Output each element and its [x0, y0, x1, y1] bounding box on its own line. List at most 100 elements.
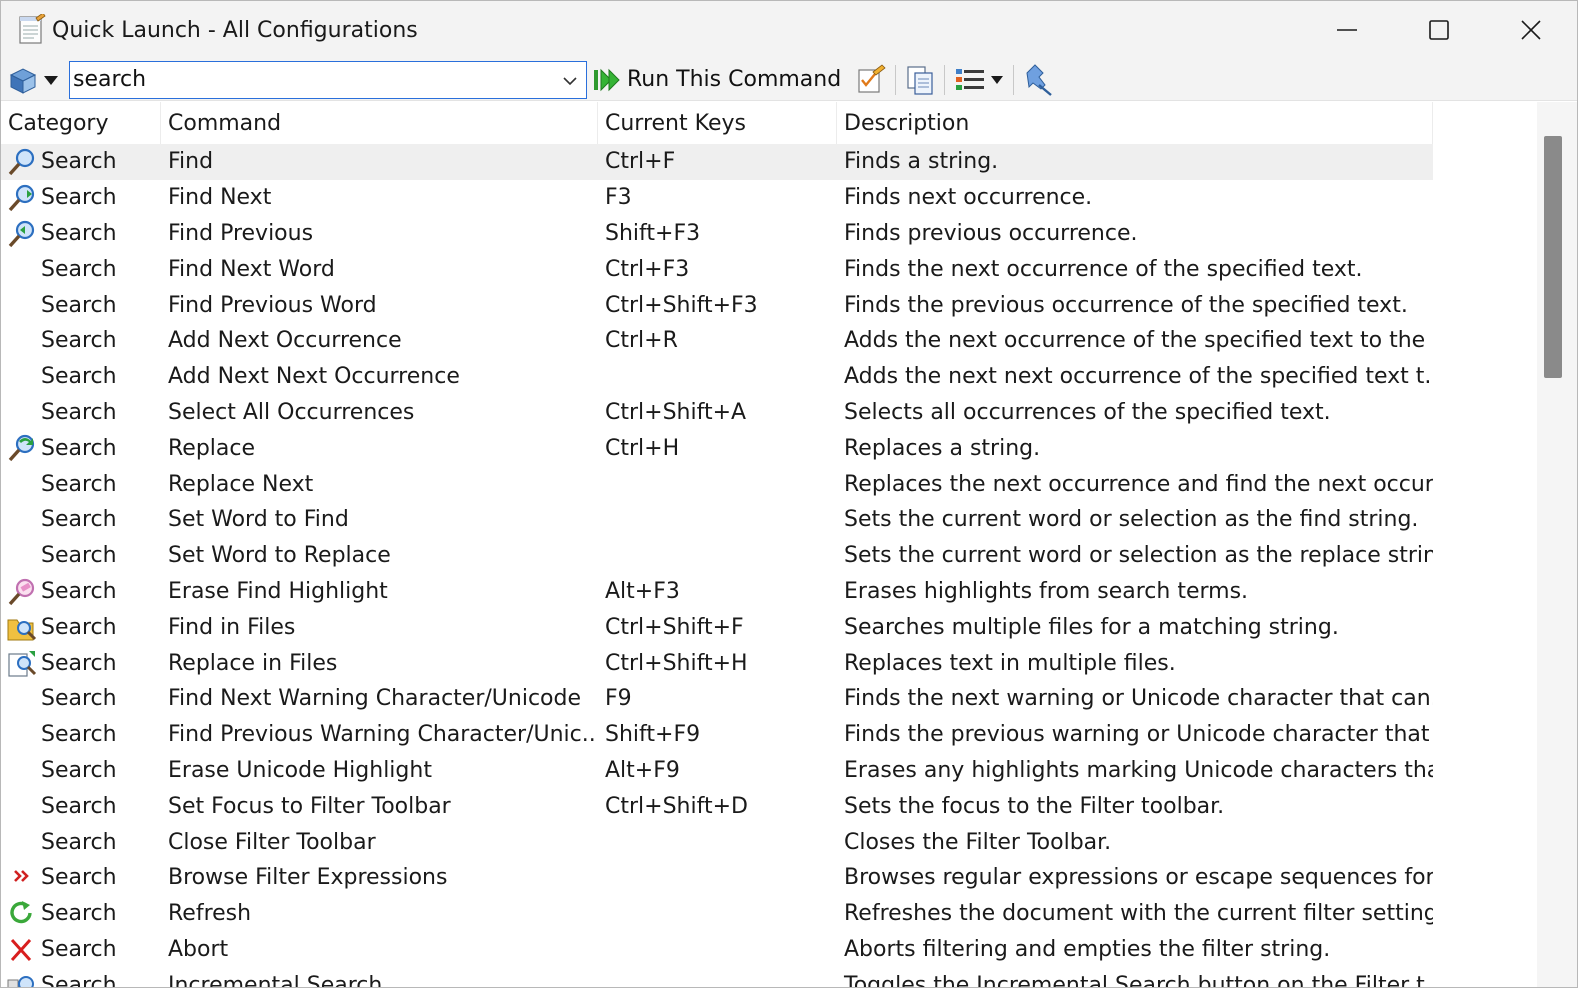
row-description: Finds the next occurrence of the specifi… — [844, 256, 1363, 282]
toolbar-separator — [895, 64, 897, 95]
row-current-keys: Ctrl+Shift+H — [605, 650, 748, 676]
table-row[interactable]: Search Set Focus to Filter Toolbar Ctrl+Sh… — [1, 788, 1433, 824]
row-description: Selects all occurrences of the specified… — [844, 399, 1331, 425]
row-current-keys: Ctrl+Shift+F3 — [605, 292, 758, 318]
configuration-icon — [9, 67, 37, 94]
row-command: Incremental Search — [168, 972, 383, 988]
row-command: Find Next — [168, 185, 272, 211]
table-row[interactable]: Search Find Next Word Ctrl+F3 Finds the nex… — [1, 251, 1433, 287]
table-row[interactable]: Search Find in Files Ctrl+Shift+F Searches … — [1, 609, 1433, 645]
row-description: Toggles the Incremental Search button on… — [844, 972, 1433, 988]
table-row[interactable]: Search Find Next Warning Character/Unicod… — [1, 681, 1433, 717]
row-command: Set Word to Find — [168, 507, 349, 533]
command-search-input[interactable] — [70, 63, 540, 96]
table-row[interactable]: Search Replace Ctrl+H Replaces a string. — [1, 430, 1433, 466]
list-view-icon — [956, 68, 985, 90]
row-description: Replaces text in multiple files. — [844, 650, 1176, 676]
scrollbar-thumb[interactable] — [1544, 136, 1562, 378]
row-current-keys: F9 — [605, 686, 632, 712]
table-row[interactable]: Search Add Next Next Occurrence Adds the n… — [1, 359, 1433, 395]
row-command: Add Next Next Occurrence — [168, 364, 460, 390]
row-command: Replace Next — [168, 471, 314, 497]
run-command-icon — [594, 68, 620, 91]
quick-launch-window: Quick Launch - All Configurations search… — [0, 0, 1578, 988]
table-row[interactable]: Search Replace Next Replaces the next occu… — [1, 466, 1433, 502]
find-in-files-icon — [7, 612, 37, 642]
column-header-current-keys[interactable]: Current Keys — [598, 102, 837, 144]
minimize-icon — [1337, 29, 1357, 31]
row-category: Search — [41, 722, 117, 748]
row-command: Close Filter Toolbar — [168, 829, 376, 855]
row-category: Search — [41, 543, 117, 569]
row-current-keys: Ctrl+R — [605, 328, 678, 354]
find-icon — [7, 147, 37, 177]
row-current-keys: F3 — [605, 185, 632, 211]
row-command: Abort — [168, 936, 229, 962]
table-row[interactable]: Search Replace in Files Ctrl+Shift+H Replac… — [1, 645, 1433, 681]
row-description: Browses regular expressions or escape se… — [844, 865, 1433, 891]
configuration-dropdown-button[interactable] — [7, 60, 67, 100]
row-command: Replace in Files — [168, 650, 338, 676]
row-command: Find Previous Word — [168, 292, 377, 318]
pin-button[interactable] — [1018, 60, 1058, 100]
view-options-dropdown-button[interactable] — [949, 60, 1009, 100]
table-row[interactable]: Search Find Ctrl+F Finds a string. — [1, 144, 1433, 180]
row-current-keys: Shift+F9 — [605, 722, 701, 748]
row-description: Erases highlights from search terms. — [844, 578, 1249, 604]
table-row[interactable]: Search Close Filter Toolbar Closes the Fil… — [1, 824, 1433, 860]
table-row[interactable]: Search Find Previous Shift+F3 Finds previou… — [1, 216, 1433, 252]
table-row[interactable]: Search Find Previous Word Ctrl+Shift+F3 Fin… — [1, 287, 1433, 323]
row-current-keys: Ctrl+Shift+A — [605, 399, 747, 425]
row-category: Search — [41, 793, 117, 819]
vertical-scrollbar[interactable] — [1537, 102, 1577, 987]
table-row[interactable]: Search Erase Find Highlight Alt+F3 Erases h… — [1, 574, 1433, 610]
row-description: Replaces a string. — [844, 435, 1041, 461]
grid-rows: Search Find Ctrl+F Finds a string. Search Fin… — [1, 144, 1433, 988]
table-row[interactable]: Search Refresh Refreshes the document with… — [1, 896, 1433, 932]
column-header-command[interactable]: Command — [161, 102, 598, 144]
maximize-button[interactable] — [1393, 1, 1485, 59]
row-command: Find Previous Warning Character/Unic... — [168, 722, 598, 748]
copy-button[interactable] — [900, 60, 940, 100]
row-current-keys: Shift+F3 — [605, 220, 701, 246]
row-command: Erase Unicode Highlight — [168, 757, 432, 783]
table-row[interactable]: Search Abort Aborts filtering and empties … — [1, 932, 1433, 968]
abort-icon — [7, 935, 37, 965]
column-header-category[interactable]: Category — [1, 102, 161, 144]
copy-icon — [907, 65, 933, 95]
grid-header: Category Command Current Keys Descriptio… — [1, 102, 1433, 144]
table-row[interactable]: Search Find Next F3 Finds next occurrence. — [1, 180, 1433, 216]
toolbar-separator — [944, 64, 946, 95]
row-description: Refreshes the document with the current … — [844, 901, 1433, 927]
row-description: Finds a string. — [844, 149, 999, 175]
row-description: Finds previous occurrence. — [844, 220, 1138, 246]
edit-icon — [858, 63, 886, 93]
table-row[interactable]: Search Set Word to Replace Sets the curren… — [1, 538, 1433, 574]
combo-chevron-down-icon[interactable] — [560, 71, 580, 91]
browse-expressions-icon — [7, 863, 37, 893]
quick-launch-toolbar: Run This Command — [1, 59, 1577, 101]
window-title: Quick Launch - All Configurations — [52, 17, 418, 43]
toolbar-separator — [1013, 64, 1015, 95]
column-header-description[interactable]: Description — [837, 102, 1433, 144]
table-row[interactable]: Search Add Next Occurrence Ctrl+R Adds the … — [1, 323, 1433, 359]
row-command: Browse Filter Expressions — [168, 865, 448, 891]
row-current-keys: Alt+F3 — [605, 578, 680, 604]
command-search-combo[interactable] — [69, 60, 587, 99]
run-this-command-button[interactable]: Run This Command — [593, 60, 841, 100]
table-row[interactable]: Search Erase Unicode Highlight Alt+F9 Erase… — [1, 753, 1433, 789]
table-row[interactable]: Search Select All Occurrences Ctrl+Shift+A… — [1, 395, 1433, 431]
edit-command-button[interactable] — [851, 60, 891, 100]
minimize-button[interactable] — [1301, 1, 1393, 59]
notepad-app-icon — [16, 12, 46, 46]
row-command: Add Next Occurrence — [168, 328, 402, 354]
table-row[interactable]: Search Find Previous Warning Character/Un… — [1, 717, 1433, 753]
table-row[interactable]: Search Set Word to Find Sets the current w… — [1, 502, 1433, 538]
table-row[interactable]: Search Incremental Search Toggles the Incr… — [1, 967, 1433, 988]
close-button[interactable] — [1485, 1, 1577, 59]
row-current-keys: Ctrl+Shift+F — [605, 614, 744, 640]
row-command: Set Focus to Filter Toolbar — [168, 793, 451, 819]
row-description: Finds the next warning or Unicode charac… — [844, 686, 1433, 712]
table-row[interactable]: Search Browse Filter Expressions Browses r… — [1, 860, 1433, 896]
row-command: Refresh — [168, 901, 252, 927]
